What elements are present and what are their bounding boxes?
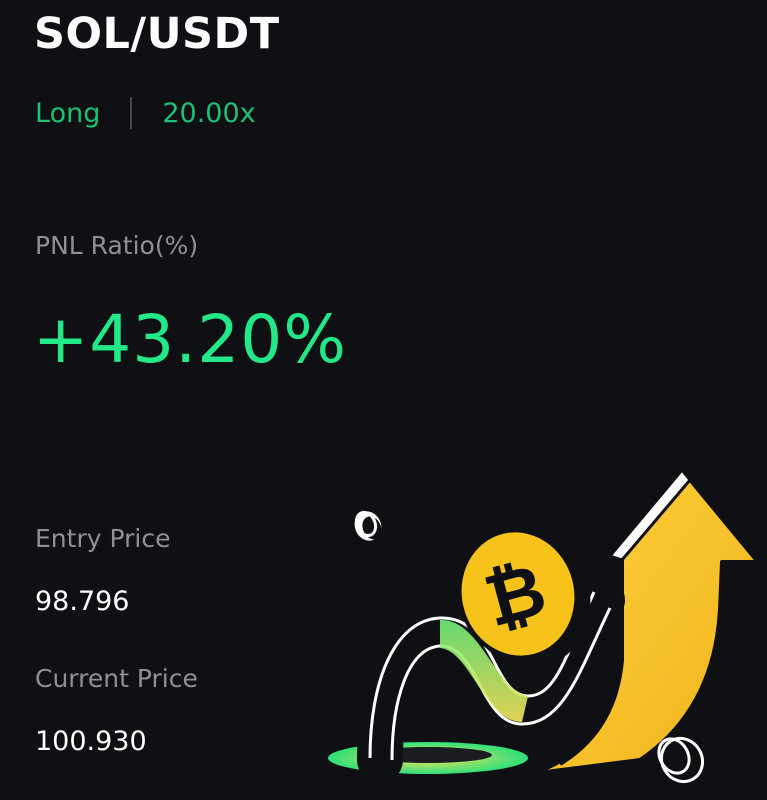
current-price-label: Current Price — [35, 664, 198, 693]
divider — [130, 97, 133, 129]
trading-pair-title: SOL/USDT — [34, 9, 280, 59]
coin-icon — [354, 510, 382, 541]
position-side: Long — [35, 97, 101, 129]
entry-price-value: 98.796 — [35, 586, 130, 617]
current-price-value: 100.930 — [35, 726, 147, 757]
bitcoin-growth-illustration: ₿ — [328, 467, 760, 784]
leverage-value: 20.00x — [162, 97, 256, 129]
position-info: Long 20.00x — [35, 94, 256, 132]
pnl-ratio-label: PNL Ratio(%) — [35, 231, 199, 260]
entry-price-label: Entry Price — [35, 524, 171, 553]
pnl-ratio-value: +43.20% — [33, 301, 347, 378]
